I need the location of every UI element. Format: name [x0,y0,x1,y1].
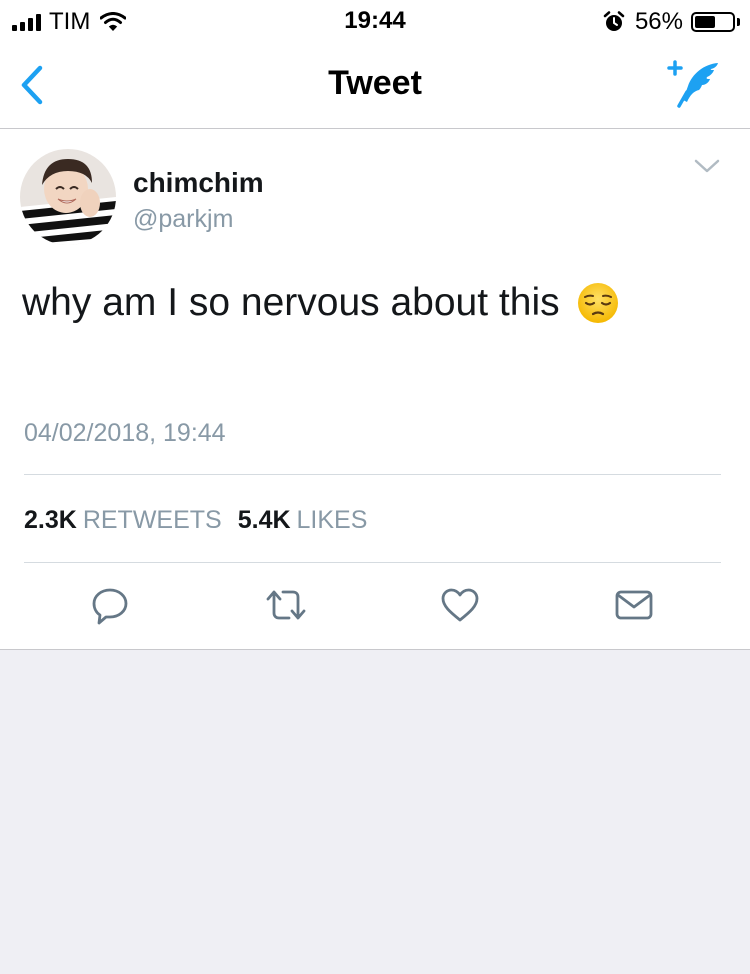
reply-icon [92,588,128,625]
retweets-count[interactable]: 2.3K [24,506,77,535]
avatar[interactable] [20,149,116,245]
pensive-face-emoji [577,283,618,323]
more-options-button[interactable] [692,155,722,177]
tweet-stats: 2.3K RETWEETS 5.4K LIKES [24,506,367,535]
battery-percent: 56% [634,8,683,35]
retweets-label[interactable]: RETWEETS [83,506,222,535]
compose-tweet-icon [667,60,718,108]
tweet-text: why am I so nervous about this [22,281,620,325]
username[interactable]: @parkjm [133,205,233,234]
divider [24,562,721,563]
nav-bar: Tweet [0,42,750,129]
divider [24,474,721,475]
like-button[interactable] [440,585,480,625]
direct-message-icon [615,590,653,620]
retweet-icon [266,590,306,620]
status-right: 56% [603,8,740,36]
like-icon [441,588,479,622]
chevron-down-icon [694,159,720,173]
tweet-detail: chimchim @parkjm why am I so nervous abo… [0,129,750,650]
battery-level-fill [695,16,715,28]
likes-label[interactable]: LIKES [297,506,368,535]
battery-icon [691,12,735,32]
avatar-image [20,149,116,245]
compose-tweet-button[interactable] [666,58,722,110]
status-bar: TIM 19:44 56% [0,0,750,42]
direct-message-button[interactable] [614,585,654,625]
retweet-button[interactable] [264,585,306,625]
page-title: Tweet [328,64,422,102]
reply-button[interactable] [90,585,130,625]
alarm-icon [603,11,625,31]
tweet-body: why am I so nervous about this [22,281,560,324]
likes-count[interactable]: 5.4K [238,506,291,535]
display-name[interactable]: chimchim [133,167,264,199]
tweet-timestamp: 04/02/2018, 19:44 [24,419,226,447]
battery-tip [737,18,740,26]
